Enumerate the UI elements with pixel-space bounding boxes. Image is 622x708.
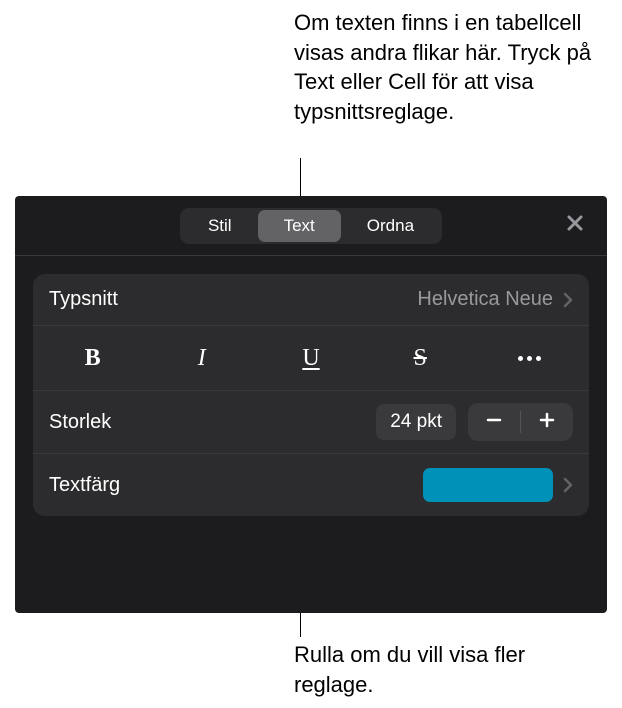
strikethrough-button[interactable]: S <box>367 336 474 380</box>
size-value[interactable]: 24 pkt <box>376 404 456 440</box>
panel-header: Stil Text Ordna <box>15 196 607 256</box>
decrease-size-button[interactable] <box>468 403 520 441</box>
panel-content: Typsnitt Helvetica Neue B I U S Storlek <box>15 256 607 534</box>
color-swatch[interactable] <box>423 468 553 502</box>
more-icon <box>518 356 541 361</box>
text-style-row: B I U S <box>33 326 589 391</box>
callout-top: Om texten finns i en tabellcell visas an… <box>294 8 604 127</box>
size-stepper <box>468 403 573 441</box>
text-color-label: Textfärg <box>49 474 120 497</box>
size-label: Storlek <box>49 411 111 434</box>
tab-bar: Stil Text Ordna <box>180 208 442 244</box>
underline-button[interactable]: U <box>257 336 364 380</box>
plus-icon <box>538 411 556 434</box>
close-icon <box>566 214 584 237</box>
text-card: Typsnitt Helvetica Neue B I U S Storlek <box>33 274 589 516</box>
callout-line <box>300 613 301 637</box>
tab-text[interactable]: Text <box>258 210 341 242</box>
text-color-row[interactable]: Textfärg <box>33 454 589 516</box>
font-row[interactable]: Typsnitt Helvetica Neue <box>33 274 589 326</box>
size-row: Storlek 24 pkt <box>33 391 589 454</box>
bold-button[interactable]: B <box>39 336 146 380</box>
italic-button[interactable]: I <box>148 336 255 380</box>
font-label: Typsnitt <box>49 288 118 311</box>
chevron-right-icon <box>563 477 573 493</box>
increase-size-button[interactable] <box>521 403 573 441</box>
chevron-right-icon <box>563 292 573 308</box>
minus-icon <box>485 411 503 434</box>
tab-ordna[interactable]: Ordna <box>341 210 440 242</box>
tab-stil[interactable]: Stil <box>182 210 258 242</box>
font-value: Helvetica Neue <box>417 288 553 311</box>
close-button[interactable] <box>561 212 589 240</box>
format-panel: Stil Text Ordna Typsnitt Helvetica Neue … <box>15 196 607 613</box>
callout-bottom: Rulla om du vill visa fler reglage. <box>294 640 604 699</box>
more-styles-button[interactable] <box>476 336 583 380</box>
